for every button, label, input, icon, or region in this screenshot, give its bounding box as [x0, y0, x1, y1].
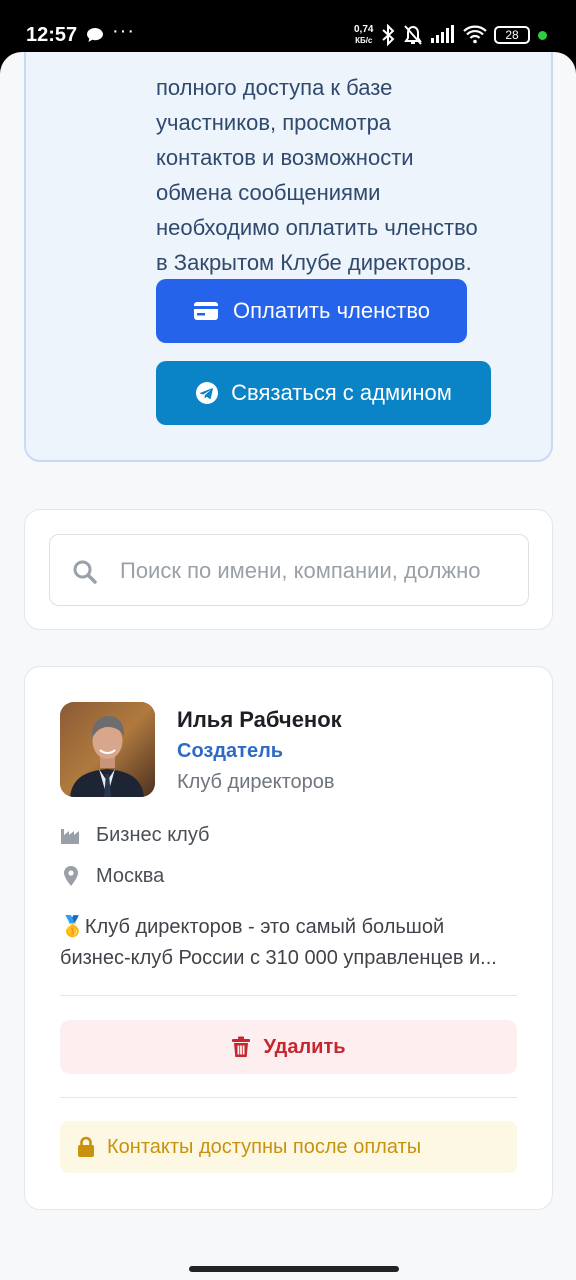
bluetooth-icon	[382, 24, 395, 46]
search-card: Поиск по имени, компании, должно	[24, 509, 553, 630]
home-indicator[interactable]	[189, 1266, 399, 1272]
credit-card-icon	[193, 302, 218, 320]
paywall-message-line: участников, просмотра	[156, 110, 392, 135]
paywall-message-line: контактов и возможности	[156, 145, 414, 170]
member-role: Создатель	[177, 740, 284, 762]
status-bar: 12:57 ··· 0,74 КБ/с 28	[0, 0, 576, 52]
paywall-notice: полного доступа к базе участников, просм…	[24, 52, 553, 462]
battery-icon: 28	[494, 26, 530, 44]
telegram-icon	[196, 382, 219, 404]
paywall-message-line: в Закрытом Клубе директоров.	[156, 250, 472, 275]
privacy-indicator-dot	[538, 31, 547, 40]
pay-membership-button[interactable]: Оплатить членство	[156, 279, 467, 343]
member-organization: Клуб директоров	[177, 771, 335, 793]
contacts-locked-text: Контакты доступны после оплаты	[107, 1135, 422, 1158]
paywall-message: полного доступа к базе участников, просм…	[156, 70, 536, 280]
member-name[interactable]: Илья Рабченок	[177, 707, 342, 733]
member-description: 🥇Клуб директоров - это самый большой биз…	[60, 912, 520, 974]
paywall-message-line: необходимо оплатить членство	[156, 215, 478, 240]
pay-membership-label: Оплатить членство	[232, 298, 431, 323]
member-industry: Бизнес клуб	[96, 823, 210, 846]
message-icon	[87, 28, 103, 42]
trash-icon	[232, 1036, 251, 1057]
more-dots-icon: ···	[112, 20, 135, 42]
divider	[60, 995, 517, 996]
network-speed-unit: КБ/с	[355, 36, 373, 45]
member-industry-row: Бизнес клуб	[60, 822, 210, 848]
signal-icon	[431, 25, 454, 43]
contact-admin-label: Связаться с админом	[231, 380, 452, 405]
member-description-line: бизнес-клуб России с 310 000 управленцев…	[60, 947, 497, 969]
contact-admin-button[interactable]: Связаться с админом	[156, 361, 491, 425]
location-pin-icon	[60, 865, 82, 887]
contacts-locked-notice: Контакты доступны после оплаты	[60, 1121, 517, 1173]
search-icon	[73, 560, 97, 584]
wifi-icon	[463, 25, 487, 44]
network-speed: 0,74 КБ/с	[354, 25, 373, 46]
avatar[interactable]	[60, 702, 155, 797]
member-description-line: 🥇Клуб директоров - это самый большой	[60, 916, 445, 938]
app-screen: полного доступа к базе участников, просм…	[0, 52, 576, 1280]
mute-icon	[404, 25, 422, 45]
paywall-message-line: полного доступа к базе	[156, 75, 393, 100]
delete-button[interactable]: Удалить	[60, 1020, 517, 1074]
industry-icon	[60, 824, 82, 846]
member-city-row: Москва	[60, 863, 164, 889]
member-card[interactable]: Илья Рабченок Создатель Клуб директоров …	[24, 666, 553, 1210]
network-speed-value: 0,74	[354, 24, 374, 35]
paywall-message-line: обмена сообщениями	[156, 180, 381, 205]
delete-label: Удалить	[263, 1035, 346, 1058]
divider	[60, 1097, 517, 1098]
search-input[interactable]: Поиск по имени, компании, должно	[49, 534, 529, 606]
lock-icon	[78, 1136, 94, 1157]
status-time: 12:57	[26, 24, 78, 46]
member-city: Москва	[96, 864, 165, 887]
search-placeholder: Поиск по имени, компании, должно	[120, 558, 481, 583]
avatar-photo	[60, 702, 155, 797]
